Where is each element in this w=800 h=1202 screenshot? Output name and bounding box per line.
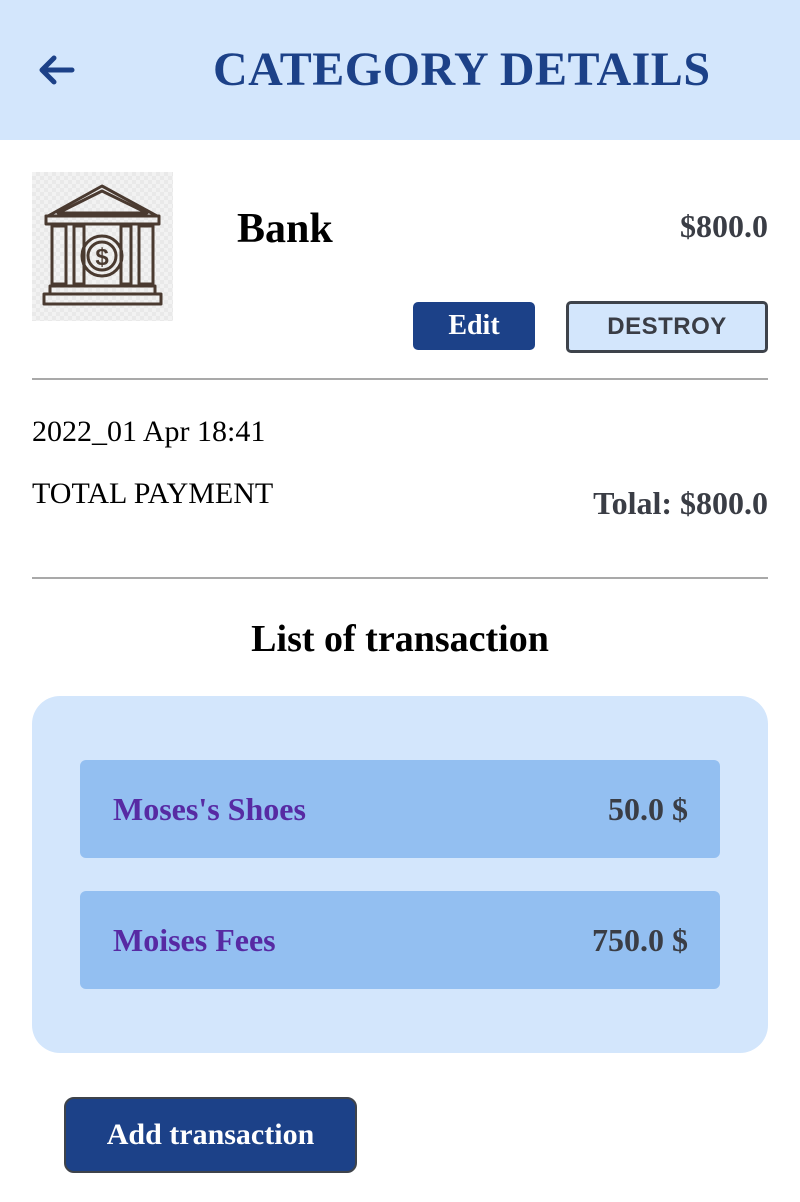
app-header: CATEGORY DETAILS bbox=[0, 0, 800, 140]
transaction-name: Moses's Shoes bbox=[113, 791, 306, 827]
category-image: $ bbox=[32, 172, 173, 321]
svg-text:$: $ bbox=[95, 244, 109, 271]
list-item[interactable]: Moses's Shoes 50.0 $ bbox=[80, 760, 720, 858]
total-value: Tolal: $800.0 bbox=[593, 485, 768, 521]
add-transaction-button[interactable]: Add transaction bbox=[64, 1097, 357, 1173]
page-title: CATEGORY DETAILS bbox=[213, 43, 711, 96]
edit-button[interactable]: Edit bbox=[413, 302, 535, 350]
transaction-name: Moises Fees bbox=[113, 922, 276, 958]
list-item[interactable]: Moises Fees 750.0 $ bbox=[80, 891, 720, 989]
divider bbox=[32, 577, 768, 579]
category-date: 2022_01 Apr 18:41 bbox=[32, 415, 266, 448]
transaction-list-title: List of transaction bbox=[251, 618, 549, 660]
bank-icon: $ bbox=[42, 184, 163, 306]
transaction-list: Moses's Shoes 50.0 $ Moises Fees 750.0 $ bbox=[32, 696, 768, 1053]
destroy-button[interactable]: DESTROY bbox=[566, 301, 768, 353]
category-name: Bank bbox=[237, 206, 333, 252]
back-button[interactable] bbox=[36, 52, 76, 88]
total-payment-label: TOTAL PAYMENT bbox=[32, 477, 274, 510]
transaction-amount: 750.0 $ bbox=[592, 922, 688, 958]
arrow-left-icon bbox=[39, 55, 75, 85]
transaction-amount: 50.0 $ bbox=[608, 791, 688, 827]
divider bbox=[32, 378, 768, 380]
category-amount: $800.0 bbox=[680, 208, 768, 244]
